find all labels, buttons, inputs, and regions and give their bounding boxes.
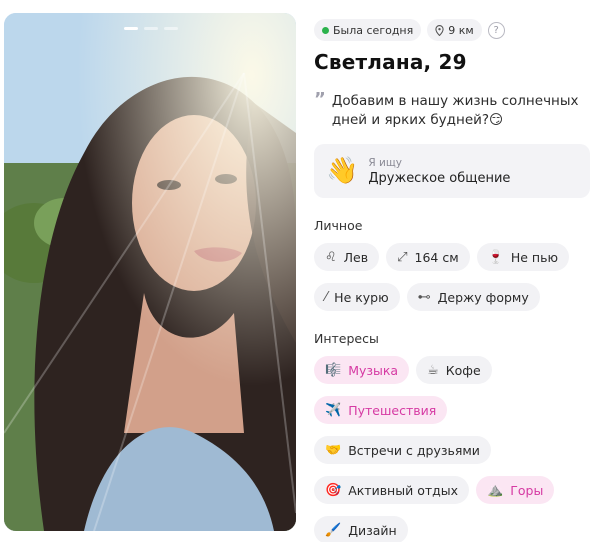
personal-chip: ♌ Лев xyxy=(314,243,380,271)
interests-chip: 🎯 Активный отдых xyxy=(314,476,470,504)
personal-chip-label: Лев xyxy=(343,249,369,265)
looking-for-card: 👋 Я ищу Дружеское общение xyxy=(314,144,590,198)
distance-text: 9 км xyxy=(448,23,474,37)
mountain-icon: ⛰️ xyxy=(487,482,504,498)
photo-dot[interactable] xyxy=(124,27,138,30)
personal-chip-label: Не курю xyxy=(334,289,389,305)
profile-bio: ” Добавим в нашу жизнь солнечных дней и … xyxy=(314,89,590,130)
leo-sign-icon: ♌ xyxy=(325,249,337,265)
interests-chip-label: Активный отдых xyxy=(348,482,459,498)
interests-chip-label: Встречи с друзьями xyxy=(348,442,480,458)
interests-chip: ✈️ Путешествия xyxy=(314,396,448,424)
personal-chip: ⊷ Держу форму xyxy=(406,283,540,311)
bio-text: Добавим в нашу жизнь солнечных дней и яр… xyxy=(331,93,579,128)
personal-chip-label: Держу форму xyxy=(437,289,529,305)
personal-chip: 🍷 Не пью xyxy=(476,243,569,271)
profile-meta: Была сегодня 9 км ? xyxy=(314,18,590,42)
interests-chip-label: Горы xyxy=(510,482,544,498)
paintbrush-icon: 🖌️ xyxy=(325,522,342,538)
photo-dot[interactable] xyxy=(144,27,158,30)
personal-chip: ⤢ 164 см xyxy=(386,243,470,271)
interests-section-title: Интересы xyxy=(314,331,379,346)
personal-section-title: Личное xyxy=(314,218,363,233)
airplane-icon: ✈️ xyxy=(325,402,342,418)
location-pin-icon xyxy=(435,24,444,36)
profile-name-age: Светлана, 29 xyxy=(314,50,467,74)
height-arrows-icon: ⤢ xyxy=(397,249,408,265)
personal-chips: ♌ Лев ⤢ 164 см 🍷 Не пью ⁄ Не курю ⊷ Держу форму xyxy=(314,243,590,311)
interests-chip-label: Музыка xyxy=(348,362,399,378)
online-status-badge: Была сегодня xyxy=(314,19,422,41)
handshake-icon: 🤝 xyxy=(325,442,342,458)
profile-info: Была сегодня 9 км ? Светлана, 29 ” Добав… xyxy=(314,18,590,542)
personal-chip: ⁄ Не курю xyxy=(314,283,400,311)
waving-hand-icon: 👋 xyxy=(326,156,359,186)
interests-chip: 🎼 Музыка xyxy=(314,356,410,384)
wine-glass-icon: 🍷 xyxy=(487,249,504,265)
interests-chip-label: Кофе xyxy=(445,362,481,378)
no-smoking-icon: ⁄ xyxy=(325,289,328,305)
music-icon: 🎼 xyxy=(325,362,342,378)
looking-for-label: Я ищу xyxy=(368,156,402,169)
interests-chip: 🤝 Встречи с друзьями xyxy=(314,436,491,464)
online-status-text: Была сегодня xyxy=(333,23,414,37)
profile-photo[interactable] xyxy=(4,13,296,531)
help-icon[interactable]: ? xyxy=(487,21,505,39)
personal-chip-label: 164 см xyxy=(414,249,459,265)
photo-dot[interactable] xyxy=(164,27,178,30)
dumbbell-icon: ⊷ xyxy=(417,289,431,305)
personal-chip-label: Не пью xyxy=(510,249,558,265)
interests-chip-label: Путешествия xyxy=(348,402,437,418)
interests-chip-label: Дизайн xyxy=(348,522,397,538)
interests-chip: 🖌️ Дизайн xyxy=(314,516,408,542)
interest-chips: 🎼 Музыка ☕ Кофе ✈️ Путешествия 🤝 Встречи с друз… xyxy=(314,356,590,542)
online-dot-icon xyxy=(322,26,329,34)
interests-chip: ☕ Кофе xyxy=(416,356,492,384)
distance-badge: 9 км xyxy=(427,19,482,41)
coffee-icon: ☕ xyxy=(427,362,439,378)
photo-pagination[interactable] xyxy=(124,27,178,30)
portrait-illustration xyxy=(4,13,296,531)
quote-icon: ” xyxy=(314,89,326,110)
interests-chip: ⛰️ Горы xyxy=(476,476,555,504)
looking-for-value: Дружеское общение xyxy=(368,170,511,186)
target-icon: 🎯 xyxy=(325,482,342,498)
